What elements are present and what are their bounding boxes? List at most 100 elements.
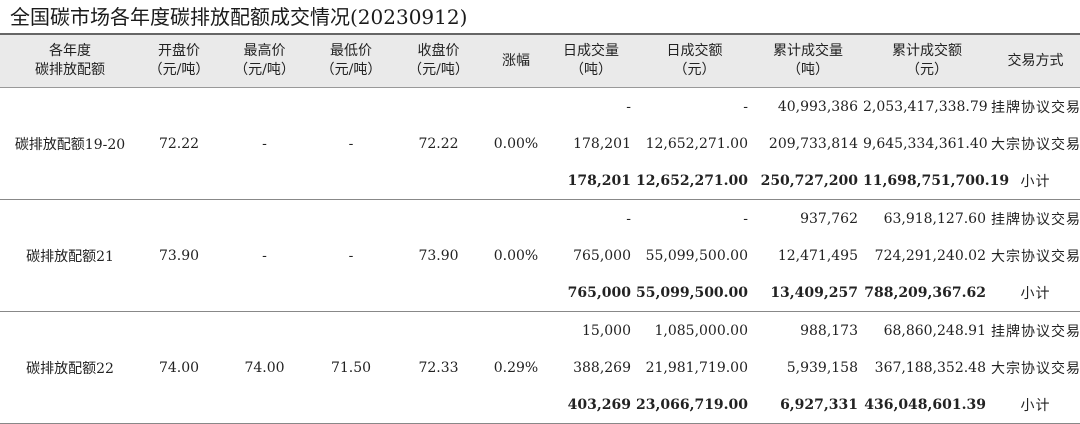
daily-amount-cell: - <box>743 210 748 227</box>
trade-method-cell: 挂牌协议交易 <box>991 211 1080 228</box>
page-title: 全国碳市场各年度碳排放配额成交情况(20230912) <box>10 5 468 29</box>
column-header-unit: （元） <box>906 62 948 78</box>
column-header-label: 交易方式 <box>1007 52 1064 69</box>
table-row: 碳排放配额21 73.90- -73.90 0.00% - -937,762 63,918,… <box>0 199 1080 312</box>
daily-amount-cell: - <box>743 98 748 115</box>
trade-method-cell: 大宗协议交易 <box>991 248 1080 265</box>
cumulative-volume-cell: 40,993,386 <box>777 98 858 115</box>
trade-method-cell: 小计 <box>991 274 1080 312</box>
column-header: 交易方式 <box>991 33 1080 88</box>
column-header-unit: （吨） <box>570 62 612 78</box>
column-header: 收盘价 （元/吨） <box>391 33 486 88</box>
column-header: 各年度 碳排放配额 <box>0 33 140 88</box>
cumulative-amount-cell: 436,048,601.39 <box>863 386 991 424</box>
low-price-cell: - <box>311 199 391 312</box>
daily-volume-cell: 388,269 <box>573 359 631 376</box>
column-header: 开盘价 （元/吨） <box>140 33 218 88</box>
column-header-label: 最低价 <box>330 43 372 59</box>
column-header-unit: 碳排放配额 <box>35 62 105 78</box>
daily-amount-cell: 23,066,719.00 <box>636 386 753 424</box>
daily-volume-cell: 403,269 <box>546 386 636 424</box>
low-price-cell: - <box>311 87 391 200</box>
daily-amount-cell: 1,085,000.00 <box>654 322 748 339</box>
change-cell: 0.00% <box>486 87 546 200</box>
daily-volume-cell: - <box>626 210 631 227</box>
column-header-unit: （元/吨） <box>408 62 469 78</box>
daily-volume-cell: 765,000 <box>573 247 631 264</box>
cumulative-volume-cell: 209,733,814 <box>768 135 858 152</box>
daily-volume-cell: 765,000 <box>546 274 636 312</box>
daily-volume-cell: 15,000 <box>582 322 631 339</box>
cumulative-volume-cell: 6,927,331 <box>753 386 863 424</box>
cumulative-amount-cell: 9,645,334,361.40 <box>863 135 988 152</box>
daily-volume-cell: - <box>626 98 631 115</box>
header-row: 各年度碳排放配额 开盘价 （元/吨） 最高价 （元/吨） 最低价 （元/吨） 收盘价 （元/吨）… <box>0 33 1080 88</box>
column-header-label: 收盘价 <box>417 43 460 59</box>
table-header: 各年度碳排放配额 开盘价 （元/吨） 最高价 （元/吨） 最低价 （元/吨） 收盘价 （元/吨）… <box>0 33 1080 88</box>
allowance-year-cell: 碳排放配额22 <box>0 311 140 424</box>
cumulative-amount-cell: 68,860,248.91 <box>883 322 986 339</box>
cumulative-amount-cell: 11,698,751,700.19 <box>863 162 1009 200</box>
open-price-cell: 74.00 <box>140 311 218 424</box>
column-header-unit: （吨） <box>787 62 829 78</box>
cumulative-amount-cell: 367,188,352.48 <box>874 359 986 376</box>
daily-amount-cell: 55,099,500.00 <box>645 247 748 264</box>
low-price-cell: 71.50 <box>311 311 391 424</box>
high-price-cell: 74.00 <box>218 311 311 424</box>
cumulative-volume-cell: 12,471,495 <box>777 247 858 264</box>
column-header-label: 涨幅 <box>502 52 530 69</box>
trade-method-cell: 大宗协议交易 <box>991 136 1080 153</box>
daily-amount-cell: 55,099,500.00 <box>636 274 753 312</box>
column-header: 最低价 （元/吨） <box>311 33 391 88</box>
column-header-unit: （元） <box>673 62 716 78</box>
column-header-unit: （元/吨） <box>148 62 210 78</box>
column-header-label: 日成交额 <box>666 43 723 59</box>
cumulative-volume-cell: 13,409,257 <box>753 274 863 312</box>
trade-method-cell: 挂牌协议交易 <box>991 323 1080 340</box>
column-header-label: 开盘价 <box>158 43 200 59</box>
cumulative-amount-cell: 63,918,127.60 <box>883 210 986 227</box>
close-price-cell: 72.33 <box>391 311 486 424</box>
cumulative-volume-cell: 937,762 <box>800 210 858 227</box>
column-header-unit: （元/吨） <box>320 62 382 78</box>
cumulative-amount-cell: 2,053,417,338.79 <box>863 98 988 115</box>
allowance-year-cell: 碳排放配额21 <box>0 199 140 312</box>
table-body: 碳排放配额19-20 72.22- -72.22 0.00% - -40,993,386 2… <box>0 87 1080 424</box>
close-price-cell: 73.90 <box>391 199 486 312</box>
table-row: 碳排放配额19-20 72.22- -72.22 0.00% - -40,993,386 2… <box>0 87 1080 200</box>
change-cell: 0.29% <box>486 311 546 424</box>
column-header-label: 累计成交量 <box>773 43 843 59</box>
column-header-label: 各年度 <box>49 43 91 59</box>
cumulative-volume-cell: 988,173 <box>800 322 858 339</box>
column-header-label: 最高价 <box>243 43 286 59</box>
open-price-cell: 72.22 <box>140 87 218 200</box>
cumulative-amount-cell: 724,291,240.02 <box>874 247 986 264</box>
cumulative-volume-cell: 250,727,200 <box>753 162 863 200</box>
column-header: 日成交额 （元） <box>636 33 753 88</box>
close-price-cell: 72.22 <box>391 87 486 200</box>
column-header-label: 累计成交额 <box>892 43 962 59</box>
column-header: 累计成交额 （元） <box>863 33 991 88</box>
open-price-cell: 73.90 <box>140 199 218 312</box>
column-header-label: 日成交量 <box>563 43 619 59</box>
daily-volume-cell: 178,201 <box>546 162 636 200</box>
column-header-unit: （元/吨） <box>234 62 295 78</box>
daily-amount-cell: 21,981,719.00 <box>645 359 748 376</box>
daily-amount-cell: 12,652,271.00 <box>636 162 753 200</box>
cumulative-volume-cell: 5,939,158 <box>786 359 858 376</box>
table-row: 碳排放配额22 74.00 74.00 71.50 72.33 0.29% 15,000 1,… <box>0 311 1080 424</box>
high-price-cell: - <box>218 87 311 200</box>
column-header: 涨幅 <box>486 33 546 88</box>
trade-method-cell: 挂牌协议交易 <box>991 99 1080 116</box>
high-price-cell: - <box>218 199 311 312</box>
change-cell: 0.00% <box>486 199 546 312</box>
carbon-trading-table: 各年度碳排放配额 开盘价 （元/吨） 最高价 （元/吨） 最低价 （元/吨） 收盘价 （元/吨）… <box>0 33 1080 424</box>
trade-method-cell: 小计 <box>991 386 1080 424</box>
cumulative-amount-cell: 788,209,367.62 <box>863 274 991 312</box>
column-header: 最高价 （元/吨） <box>218 33 311 88</box>
column-header: 日成交量 （吨） <box>546 33 636 88</box>
daily-volume-cell: 178,201 <box>573 135 631 152</box>
daily-amount-cell: 12,652,271.00 <box>645 135 748 152</box>
trade-method-cell: 大宗协议交易 <box>991 360 1080 377</box>
column-header: 累计成交量 （吨） <box>753 33 863 88</box>
